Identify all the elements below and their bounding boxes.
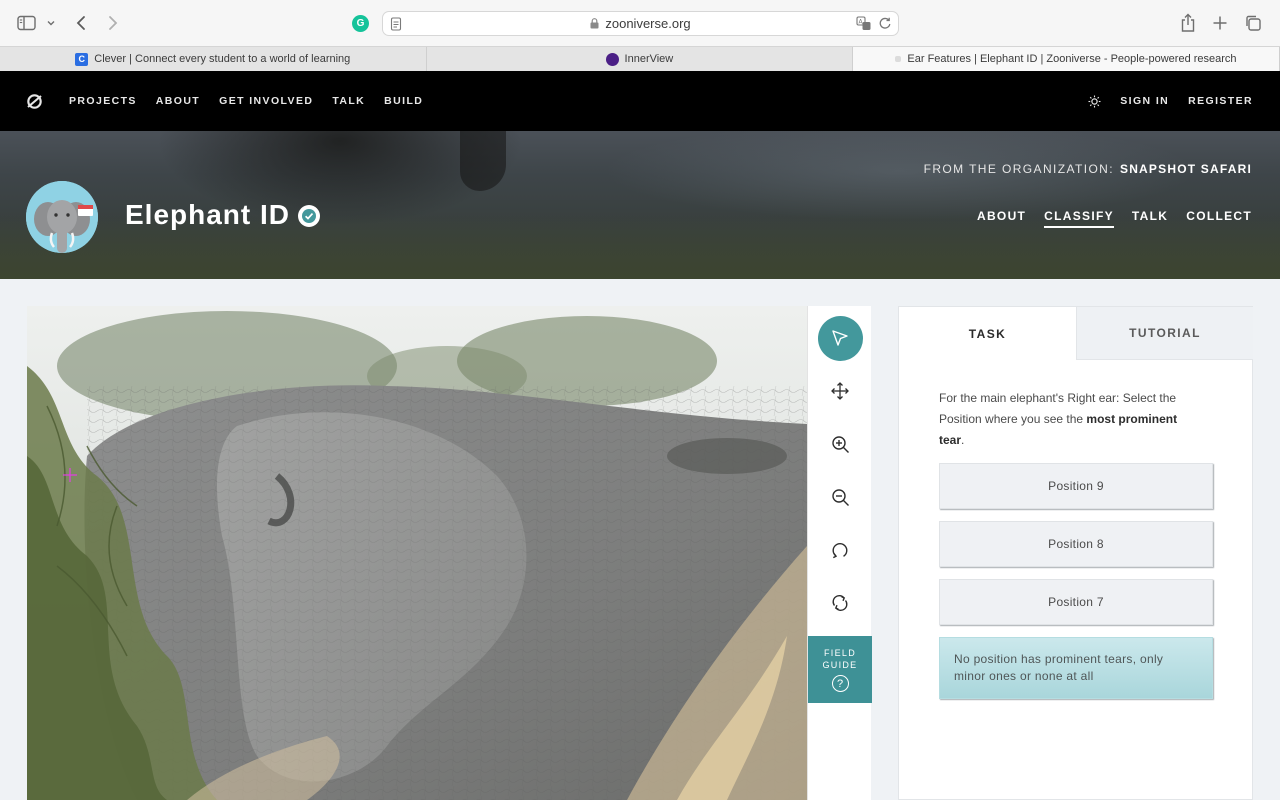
address-bar[interactable]: zooniverse.org A <box>382 11 899 36</box>
browser-tab[interactable]: InnerView <box>427 47 854 71</box>
nav-projects[interactable]: PROJECTS <box>69 95 137 107</box>
reset-icon <box>832 595 848 611</box>
viewer-toolbar: FIELD GUIDE ? <box>807 306 872 800</box>
answer-position-7[interactable]: Position 7 <box>939 579 1213 625</box>
project-tab-about[interactable]: ABOUT <box>977 209 1026 228</box>
zooniverse-logo-icon[interactable] <box>26 93 43 115</box>
help-icon: ? <box>831 675 849 692</box>
url-text: zooniverse.org <box>605 16 691 31</box>
zooniverse-favicon-icon <box>895 56 902 62</box>
lock-icon <box>590 18 599 29</box>
rotate-button[interactable] <box>808 528 872 572</box>
sidebar-toggle-icon[interactable] <box>17 11 37 35</box>
back-icon[interactable] <box>74 11 88 35</box>
pointer-tool-button[interactable] <box>808 315 872 361</box>
nav-talk[interactable]: TALK <box>332 95 365 107</box>
register-link[interactable]: REGISTER <box>1188 95 1253 107</box>
pointer-icon <box>832 330 848 346</box>
answer-no-prominent-tears[interactable]: No position has prominent tears, only mi… <box>939 637 1213 699</box>
move-tool-button[interactable] <box>808 369 872 413</box>
chevron-down-icon[interactable] <box>46 11 56 35</box>
project-nav: ABOUT CLASSIFY TALK COLLECT <box>959 209 1252 228</box>
browser-toolbar: G zooniverse.org A <box>0 0 1280 46</box>
reload-icon[interactable] <box>878 16 892 33</box>
move-icon <box>831 382 849 400</box>
browser-tab-active[interactable]: Ear Features | Elephant ID | Zooniverse … <box>853 47 1280 71</box>
project-tab-classify[interactable]: CLASSIFY <box>1044 209 1114 228</box>
page-icon <box>390 17 402 34</box>
grammarly-icon[interactable]: G <box>352 15 369 32</box>
tab-title: Ear Features | Elephant ID | Zooniverse … <box>907 53 1237 65</box>
field-guide-label: FIELD <box>823 648 856 658</box>
theme-toggle-icon[interactable] <box>1088 95 1101 108</box>
project-tab-collect[interactable]: COLLECT <box>1186 209 1252 228</box>
question-end: . <box>961 433 965 447</box>
task-question: For the main elephant's Right ear: Selec… <box>939 388 1201 451</box>
share-icon[interactable] <box>1180 11 1196 35</box>
tab-strip: C Clever | Connect every student to a wo… <box>0 46 1280 71</box>
project-header: Elephant ID FROM THE ORGANIZATION: SNAPSH… <box>0 131 1280 279</box>
field-guide-button[interactable]: FIELD GUIDE ? <box>808 636 872 703</box>
tab-tutorial[interactable]: TUTORIAL <box>1076 307 1253 360</box>
clever-favicon-icon: C <box>75 52 89 66</box>
org-prefix: FROM THE ORGANIZATION: <box>923 162 1114 176</box>
task-panel: TASK TUTORIAL For the main elephant's Ri… <box>898 306 1253 800</box>
verified-check-icon <box>298 205 320 227</box>
project-title[interactable]: Elephant ID <box>125 199 290 231</box>
tab-overview-icon[interactable] <box>1244 11 1262 35</box>
project-avatar[interactable] <box>26 181 98 253</box>
field-guide-label: GUIDE <box>822 660 858 670</box>
translate-icon[interactable]: A <box>856 16 872 34</box>
organization-line: FROM THE ORGANIZATION: SNAPSHOT SAFARI <box>924 162 1252 176</box>
answer-position-9[interactable]: Position 9 <box>939 463 1213 509</box>
new-tab-icon[interactable] <box>1212 11 1228 35</box>
browser-tab[interactable]: C Clever | Connect every student to a wo… <box>0 47 427 71</box>
forward-icon[interactable] <box>106 11 120 35</box>
innerview-favicon-icon <box>605 52 619 66</box>
tab-title: InnerView <box>624 53 674 65</box>
site-nav: PROJECTS ABOUT GET INVOLVED TALK BUILD S… <box>0 71 1280 131</box>
tab-title: Clever | Connect every student to a worl… <box>94 53 351 65</box>
nav-about[interactable]: ABOUT <box>156 95 200 107</box>
answer-position-8[interactable]: Position 8 <box>939 521 1213 567</box>
rotate-icon <box>832 543 848 559</box>
sign-in-link[interactable]: SIGN IN <box>1120 95 1169 107</box>
zoom-in-button[interactable] <box>808 422 872 466</box>
reset-button[interactable] <box>808 581 872 625</box>
tab-task[interactable]: TASK <box>899 307 1076 360</box>
zoom-in-icon <box>831 435 849 453</box>
nav-get-involved[interactable]: GET INVOLVED <box>219 95 313 107</box>
zoom-out-button[interactable] <box>808 475 872 519</box>
subject-image[interactable] <box>27 306 807 800</box>
org-name-link[interactable]: SNAPSHOT SAFARI <box>1120 162 1252 176</box>
zoom-out-icon <box>831 488 849 506</box>
nav-build[interactable]: BUILD <box>384 95 423 107</box>
project-tab-talk[interactable]: TALK <box>1132 209 1168 228</box>
